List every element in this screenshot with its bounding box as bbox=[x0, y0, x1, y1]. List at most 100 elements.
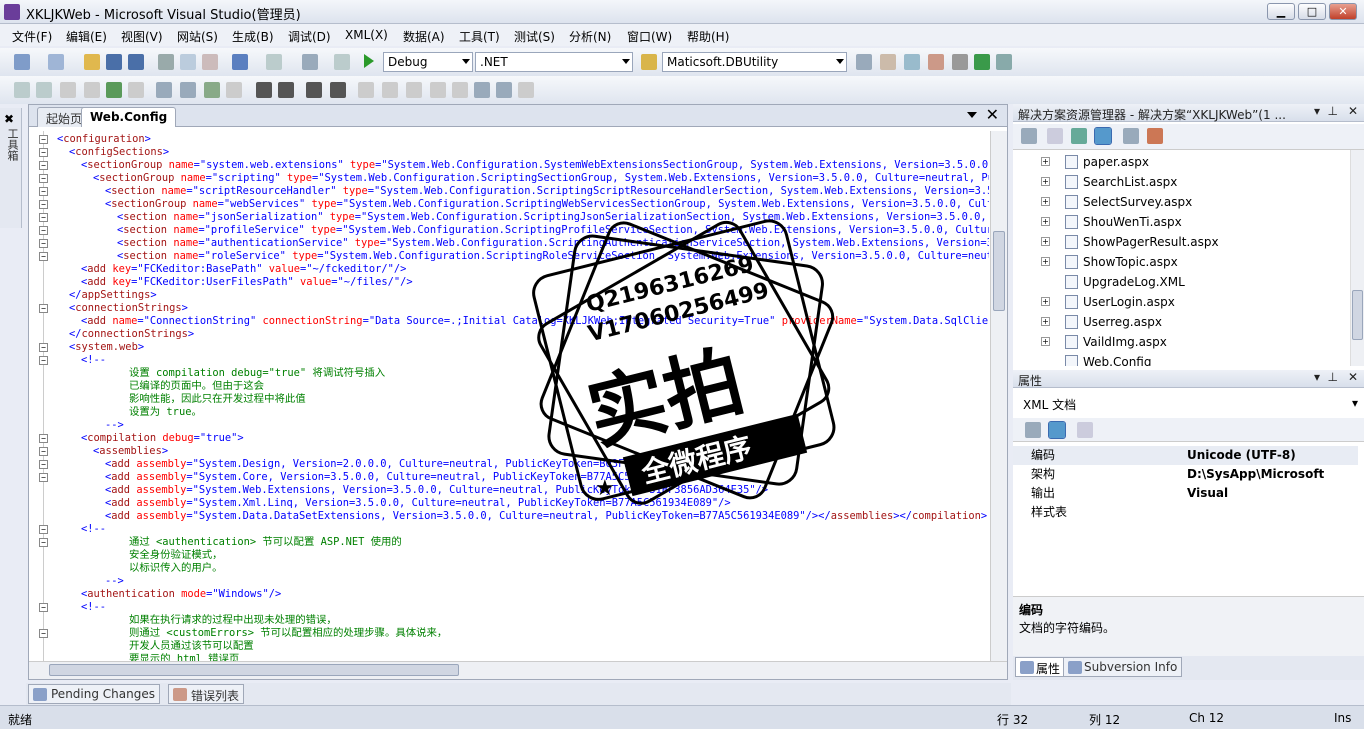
code-line[interactable]: 以标识传入的用户。 bbox=[129, 562, 223, 575]
horizontal-scroll-thumb[interactable] bbox=[49, 664, 459, 676]
code-line[interactable]: <sectionGroup name="system.web.extension… bbox=[81, 159, 989, 172]
solution-tree-item[interactable]: + SearchList.aspx bbox=[1013, 172, 1348, 192]
code-line[interactable]: 开发人员通过该节可以配置 bbox=[129, 640, 254, 653]
decrease-indent-icon[interactable] bbox=[256, 82, 272, 98]
run-icon[interactable] bbox=[106, 82, 122, 98]
solution-tree-item[interactable]: + paper.aspx bbox=[1013, 152, 1348, 172]
expand-icon[interactable]: + bbox=[1041, 297, 1050, 306]
document-outline-icon[interactable] bbox=[14, 82, 30, 98]
design-view-icon[interactable] bbox=[156, 82, 172, 98]
prev-bookmark-icon[interactable] bbox=[382, 82, 398, 98]
code-line[interactable]: <configuration> bbox=[57, 133, 151, 146]
collapse-toggle-icon[interactable]: − bbox=[39, 200, 48, 209]
menu-item[interactable]: 数据(A) bbox=[403, 28, 445, 45]
nest-related-files-icon[interactable] bbox=[1094, 127, 1112, 145]
collapse-toggle-icon[interactable]: − bbox=[39, 603, 48, 612]
code-line[interactable]: <authentication mode="Windows"/> bbox=[81, 588, 281, 601]
collapse-toggle-icon[interactable]: − bbox=[39, 473, 48, 482]
code-line[interactable]: 设置 compilation debug="true" 将调试符号插入 bbox=[129, 367, 385, 380]
code-editor[interactable]: 起始页 Web.Config ✕ <configuration> − <config… bbox=[28, 104, 1008, 680]
minimize-button[interactable]: ▁ bbox=[1267, 3, 1295, 20]
solution-tree-item[interactable]: + VaildImg.aspx bbox=[1013, 332, 1348, 352]
collapse-toggle-icon[interactable]: − bbox=[39, 538, 48, 547]
pane-dropdown-icon[interactable]: ▾ bbox=[1314, 104, 1320, 118]
prev-bookmark-doc-icon[interactable] bbox=[474, 82, 490, 98]
solution-tree-item[interactable]: + SelectSurvey.aspx bbox=[1013, 192, 1348, 212]
solution-tree-item[interactable]: UpgradeLog.XML bbox=[1013, 272, 1348, 292]
collapse-toggle-icon[interactable]: − bbox=[39, 213, 48, 222]
select-element-icon[interactable] bbox=[204, 82, 220, 98]
collapse-toggle-icon[interactable]: − bbox=[39, 343, 48, 352]
code-line[interactable]: <!-- bbox=[81, 601, 106, 614]
code-line[interactable]: <sectionGroup name="webServices" type="S… bbox=[105, 198, 989, 211]
paste-icon[interactable] bbox=[202, 54, 218, 70]
expand-icon[interactable]: + bbox=[1041, 197, 1050, 206]
open-folder-icon[interactable] bbox=[84, 54, 100, 70]
browse-icon[interactable] bbox=[128, 82, 144, 98]
collapse-toggle-icon[interactable]: − bbox=[39, 239, 48, 248]
collapse-toggle-icon[interactable]: − bbox=[39, 161, 48, 170]
code-line[interactable]: 设置为 true。 bbox=[129, 406, 202, 419]
close-tab-icon[interactable]: ✕ bbox=[986, 105, 999, 124]
expand-icon[interactable]: + bbox=[1041, 337, 1050, 346]
code-line[interactable]: 要显示的 html 错误页 bbox=[129, 653, 239, 661]
new-project-icon[interactable] bbox=[14, 54, 30, 70]
menu-item[interactable]: 编辑(E) bbox=[66, 28, 107, 45]
increase-indent-icon[interactable] bbox=[278, 82, 294, 98]
vertical-scroll-thumb[interactable] bbox=[993, 231, 1005, 311]
properties-object-select[interactable]: XML 文档 ▾ bbox=[1017, 394, 1360, 414]
redo-icon[interactable] bbox=[266, 54, 282, 70]
solution-platform-select[interactable]: .NET bbox=[475, 52, 633, 72]
menu-item[interactable]: 分析(N) bbox=[569, 28, 611, 45]
code-line[interactable]: <add assembly="System.Xml.Linq, Version=… bbox=[105, 497, 731, 510]
code-line[interactable]: <assemblies> bbox=[93, 445, 168, 458]
vertical-scrollbar[interactable] bbox=[990, 131, 1007, 661]
refresh-icon[interactable] bbox=[1071, 128, 1087, 144]
solution-tree-item[interactable]: + ShowTopic.aspx bbox=[1013, 252, 1348, 272]
horizontal-scrollbar[interactable] bbox=[29, 661, 1007, 679]
code-area[interactable]: <configuration> − <configSections> − <sectio… bbox=[29, 131, 989, 661]
tree-scroll-thumb[interactable] bbox=[1352, 290, 1363, 340]
expand-icon[interactable]: + bbox=[1041, 157, 1050, 166]
code-line[interactable]: <section name="profileService" type="Sys… bbox=[117, 224, 989, 237]
code-line[interactable]: 影响性能，因此只在开发过程中将此值 bbox=[129, 393, 306, 406]
refresh-icon[interactable] bbox=[974, 54, 990, 70]
format-document-icon[interactable] bbox=[36, 82, 52, 98]
close-pane-icon[interactable]: ✕ bbox=[1348, 104, 1358, 118]
find-in-files-icon[interactable] bbox=[641, 54, 657, 70]
expand-icon[interactable]: + bbox=[1041, 237, 1050, 246]
menu-item[interactable]: 窗口(W) bbox=[627, 28, 672, 45]
code-line[interactable]: <!-- bbox=[81, 523, 106, 536]
property-row[interactable]: 样式表 bbox=[1013, 503, 1358, 522]
code-line[interactable]: <section name="jsonSerialization" type="… bbox=[117, 211, 989, 224]
tab-properties[interactable]: 属性 bbox=[1015, 657, 1066, 677]
properties-icon[interactable] bbox=[1021, 128, 1037, 144]
show-all-files-icon[interactable] bbox=[1047, 128, 1063, 144]
solution-tree-item[interactable]: + UserLogin.aspx bbox=[1013, 292, 1348, 312]
collapse-toggle-icon[interactable]: − bbox=[39, 252, 48, 261]
code-line[interactable]: 已编译的页面中。但由于这会 bbox=[129, 380, 264, 393]
menu-item[interactable]: 生成(B) bbox=[232, 28, 274, 45]
menu-item[interactable]: 网站(S) bbox=[177, 28, 218, 45]
categorized-icon[interactable] bbox=[1025, 422, 1041, 438]
menu-item[interactable]: 文件(F) bbox=[12, 28, 52, 45]
tab-web-config[interactable]: Web.Config bbox=[81, 107, 177, 127]
next-bookmark-icon[interactable] bbox=[406, 82, 422, 98]
pane-dropdown-icon[interactable]: ▾ bbox=[1314, 370, 1320, 384]
code-line[interactable]: <add assembly="System.Design, Version=2.… bbox=[105, 458, 643, 471]
navigate-forward-icon[interactable] bbox=[334, 54, 350, 70]
tree-scrollbar[interactable] bbox=[1350, 150, 1364, 366]
code-line[interactable]: <!-- bbox=[81, 354, 106, 367]
code-line[interactable]: <section name="roleService" type="System… bbox=[117, 250, 989, 263]
command-window-icon[interactable] bbox=[996, 54, 1012, 70]
collapse-toggle-icon[interactable]: − bbox=[39, 148, 48, 157]
bookmark-icon[interactable] bbox=[358, 82, 374, 98]
start-debugging-icon[interactable] bbox=[364, 54, 374, 68]
code-line[interactable]: <compilation debug="true"> bbox=[81, 432, 244, 445]
property-row[interactable]: 架构 D:\SysApp\Microsoft Visual bbox=[1013, 465, 1358, 500]
expand-icon[interactable]: + bbox=[1041, 317, 1050, 326]
object-browser-icon[interactable] bbox=[904, 54, 920, 70]
code-line[interactable]: <connectionStrings> bbox=[69, 302, 188, 315]
next-bookmark-folder-icon[interactable] bbox=[452, 82, 468, 98]
close-pane-icon[interactable]: ✕ bbox=[1348, 370, 1358, 384]
